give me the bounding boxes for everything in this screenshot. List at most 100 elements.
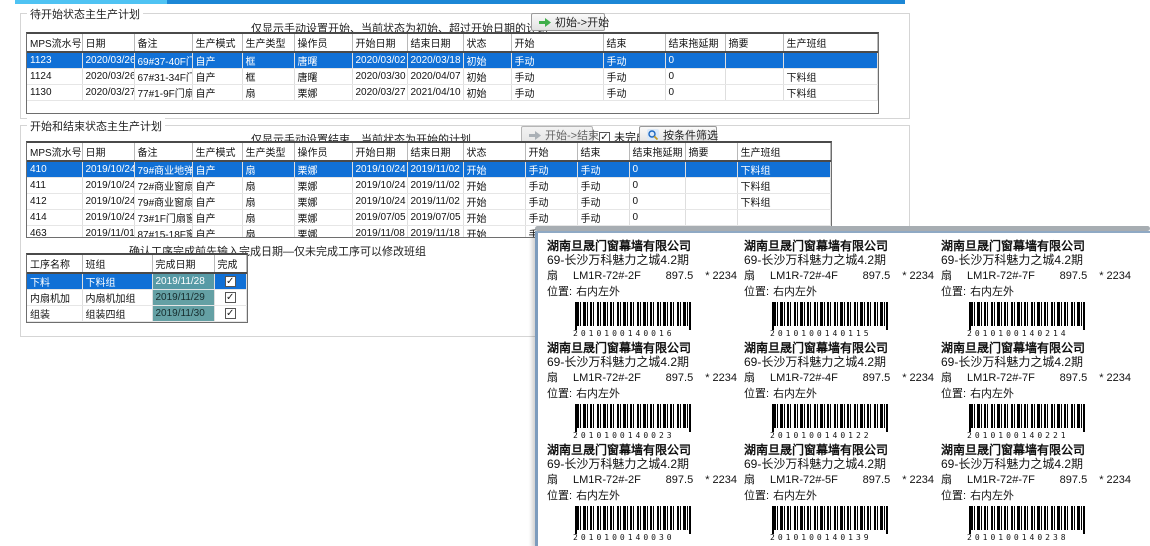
cell[interactable]: 2019/11/18 (407, 226, 463, 239)
column-header[interactable]: 生产班组 (783, 34, 878, 52)
cell[interactable]: 463 (27, 226, 82, 239)
cell[interactable] (783, 52, 878, 69)
cell[interactable]: 2020/03/27 (82, 85, 134, 101)
cell[interactable]: 下料 (27, 273, 82, 290)
cell[interactable]: 内扇机加 (27, 290, 82, 306)
column-header[interactable]: 操作员 (294, 34, 352, 52)
cell[interactable]: 2019/10/24 (352, 178, 407, 194)
cell[interactable]: 开始 (463, 194, 525, 210)
column-header[interactable]: 结束日期 (407, 34, 463, 52)
cell[interactable]: 下料组 (737, 161, 831, 178)
cell[interactable]: 0 (665, 52, 725, 69)
cell[interactable]: 2020/03/02 (352, 52, 407, 69)
cell[interactable] (737, 210, 831, 226)
cell[interactable]: 0 (665, 69, 725, 85)
cell[interactable]: 87#15-18F窗扇 (134, 226, 192, 239)
cell[interactable]: 开始 (463, 210, 525, 226)
cell[interactable]: 自产 (192, 194, 242, 210)
cell[interactable]: 2019/11/08 (352, 226, 407, 239)
table-row[interactable]: 11232020/03/2669#37-40F门框自产框唐曙2020/03/02… (27, 52, 878, 69)
cell[interactable]: 412 (27, 194, 82, 210)
done-checkbox[interactable]: ✓ (225, 292, 236, 303)
cell[interactable]: 79#商业地弹… (134, 161, 192, 178)
cell[interactable]: 2019/11/01 (82, 226, 134, 239)
cell[interactable]: 下料组 (783, 69, 878, 85)
table-row[interactable]: 11242020/03/2667#31-34F门框自产框唐曙2020/03/30… (27, 69, 878, 85)
cell[interactable]: 自产 (192, 85, 242, 101)
column-header[interactable]: MPS流水号 (27, 34, 82, 52)
cell[interactable]: 2020/03/26 (82, 52, 134, 69)
cell[interactable]: 1124 (27, 69, 82, 85)
column-header[interactable]: 状态 (463, 143, 525, 161)
cell[interactable]: 2019/11/29 (152, 290, 214, 306)
cell[interactable]: 组装四组 (82, 306, 152, 322)
column-header[interactable]: 工序名称 (27, 255, 82, 273)
cell[interactable]: 手动 (577, 178, 629, 194)
table-row[interactable]: 内扇机加内扇机加组2019/11/29✓ (27, 290, 247, 306)
cell[interactable]: 扇 (242, 210, 294, 226)
table-row[interactable]: 11302020/03/2777#1-9F门扇自产扇栗娜2020/03/2720… (27, 85, 878, 101)
column-header[interactable]: 生产班组 (737, 143, 831, 161)
cell[interactable]: 2019/10/24 (82, 161, 134, 178)
cell[interactable] (685, 161, 737, 178)
cell[interactable]: 唐曙 (294, 52, 352, 69)
cell[interactable]: 2020/03/31 (152, 322, 214, 324)
cell[interactable] (685, 194, 737, 210)
table-row[interactable]: 4142019/10/2473#1F门扇窗扇自产扇栗娜2019/07/05201… (27, 210, 831, 226)
done-checkbox[interactable] (225, 323, 236, 324)
cell[interactable]: 2020/03/26 (82, 69, 134, 85)
cell[interactable]: 手动 (511, 69, 603, 85)
column-header[interactable]: 备注 (134, 143, 192, 161)
cell[interactable]: 2019/07/05 (407, 210, 463, 226)
column-header[interactable]: 完成日期 (152, 255, 214, 273)
column-header[interactable]: 班组 (82, 255, 152, 273)
table-row[interactable]: 组装组装四组2019/11/30✓ (27, 306, 247, 322)
cell[interactable]: 开始 (463, 226, 525, 239)
cell[interactable]: 0 (629, 194, 685, 210)
column-header[interactable]: 结束拖延期 (665, 34, 725, 52)
table-row[interactable]: 4102019/10/2479#商业地弹…自产扇栗娜2019/10/242019… (27, 161, 831, 178)
cell[interactable]: 2019/10/24 (352, 194, 407, 210)
cell[interactable]: 打胶组 (82, 322, 152, 324)
cell[interactable] (685, 210, 737, 226)
cell[interactable]: 72#商业窗扇 (134, 178, 192, 194)
cell[interactable]: 0 (629, 210, 685, 226)
cell[interactable]: 栗娜 (294, 226, 352, 239)
cell[interactable]: 初始 (463, 85, 511, 101)
cell[interactable]: 0 (629, 178, 685, 194)
cell[interactable]: 初始 (463, 52, 511, 69)
cell[interactable]: 手动 (577, 210, 629, 226)
cell[interactable]: 打胶 (27, 322, 82, 324)
table-row[interactable]: 打胶打胶组2020/03/31 (27, 322, 247, 324)
cell[interactable]: 手动 (603, 69, 665, 85)
column-header[interactable]: MPS流水号 (27, 143, 82, 161)
cell[interactable]: 扇 (242, 85, 294, 101)
cell[interactable]: 下料组 (737, 194, 831, 210)
column-header[interactable]: 日期 (82, 34, 134, 52)
cell[interactable]: 0 (629, 161, 685, 178)
cell[interactable]: 栗娜 (294, 85, 352, 101)
cell[interactable]: 手动 (511, 52, 603, 69)
cell[interactable]: 扇 (242, 178, 294, 194)
cell[interactable]: 2019/11/30 (152, 306, 214, 322)
cell[interactable]: 手动 (511, 85, 603, 101)
column-header[interactable]: 生产模式 (192, 34, 242, 52)
cell[interactable]: 初始 (463, 69, 511, 85)
cell[interactable]: 自产 (192, 69, 242, 85)
cell[interactable]: 79#商业窗扇 (134, 194, 192, 210)
cell[interactable]: 410 (27, 161, 82, 178)
cell[interactable]: 扇 (242, 226, 294, 239)
column-header[interactable]: 操作员 (294, 143, 352, 161)
cell[interactable]: 手动 (525, 210, 577, 226)
cell[interactable]: 2019/10/24 (82, 178, 134, 194)
cell[interactable]: 框 (242, 69, 294, 85)
cell[interactable] (725, 52, 783, 69)
column-header[interactable]: 开始日期 (352, 143, 407, 161)
cell[interactable] (685, 178, 737, 194)
cell[interactable]: 下料组 (737, 178, 831, 194)
cell[interactable]: 2019/10/24 (82, 210, 134, 226)
cell[interactable]: 2019/10/24 (352, 161, 407, 178)
cell[interactable]: 2019/11/28 (152, 273, 214, 290)
done-checkbox[interactable]: ✓ (225, 308, 236, 319)
cell[interactable]: 栗娜 (294, 210, 352, 226)
